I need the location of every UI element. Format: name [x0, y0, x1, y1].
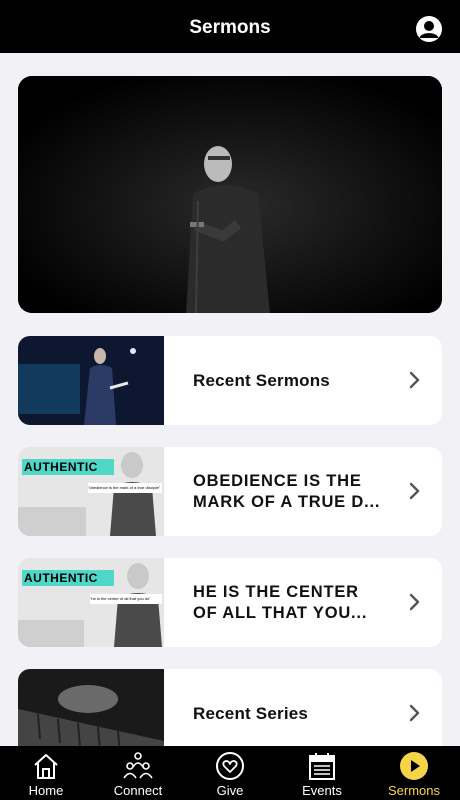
tab-label: Sermons — [387, 783, 441, 798]
user-circle-icon[interactable] — [416, 16, 442, 42]
thumbnail-title: AUTHENTIC — [24, 571, 98, 585]
tab-give[interactable]: Give — [184, 746, 276, 800]
tab-events[interactable]: Events — [276, 746, 368, 800]
thumbnail-quote: "obedience is the mark of a true discipl… — [88, 485, 161, 490]
tab-label: Events — [302, 783, 342, 798]
recent-sermons-card[interactable]: Recent Sermons — [18, 336, 442, 425]
tab-connect[interactable]: Connect — [92, 746, 184, 800]
piano-keys-thumbnail — [18, 669, 164, 746]
tab-home[interactable]: Home — [0, 746, 92, 800]
tab-label: Give — [216, 783, 244, 798]
people-icon — [123, 752, 153, 779]
bottom-tab-bar: Home Connect Give Events Sermons — [0, 746, 460, 800]
play-icon — [400, 752, 428, 780]
sermons-list: Recent Sermons AUTHENTIC "obedience is t… — [0, 53, 460, 746]
page-title: Sermons — [189, 17, 271, 38]
thumbnail-quote: "he is the center of all that you do" — [90, 596, 151, 601]
top-bar: Sermons — [0, 0, 460, 53]
chevron-right-icon — [409, 704, 420, 722]
card-label: HE IS THE CENTER OF ALL THAT YOU... — [193, 582, 368, 622]
authentic-series-thumbnail: AUTHENTIC "obedience is the mark of a tr… — [18, 447, 164, 536]
chevron-right-icon — [409, 593, 420, 611]
tab-label: Connect — [113, 783, 163, 798]
calendar-icon — [309, 753, 335, 780]
home-icon — [34, 754, 58, 779]
heart-icon — [216, 752, 244, 780]
card-label: Recent Sermons — [193, 370, 330, 390]
sermon-card-obedience[interactable]: AUTHENTIC "obedience is the mark of a tr… — [18, 447, 442, 536]
chevron-right-icon — [409, 482, 420, 500]
tab-sermons[interactable]: Sermons — [368, 746, 460, 800]
chevron-right-icon — [409, 371, 420, 389]
card-label: Recent Series — [193, 703, 309, 723]
tab-label: Home — [28, 783, 64, 798]
sermon-card-center[interactable]: AUTHENTIC "he is the center of all that … — [18, 558, 442, 647]
authentic-series-thumbnail: AUTHENTIC "he is the center of all that … — [18, 558, 164, 647]
card-label: OBEDIENCE IS THE MARK OF A TRUE D... — [193, 471, 381, 511]
thumbnail-title: AUTHENTIC — [24, 460, 98, 474]
recent-series-card[interactable]: Recent Series — [18, 669, 442, 746]
preacher-stage-thumbnail — [18, 336, 164, 425]
hero-sermon-image[interactable] — [18, 76, 442, 313]
